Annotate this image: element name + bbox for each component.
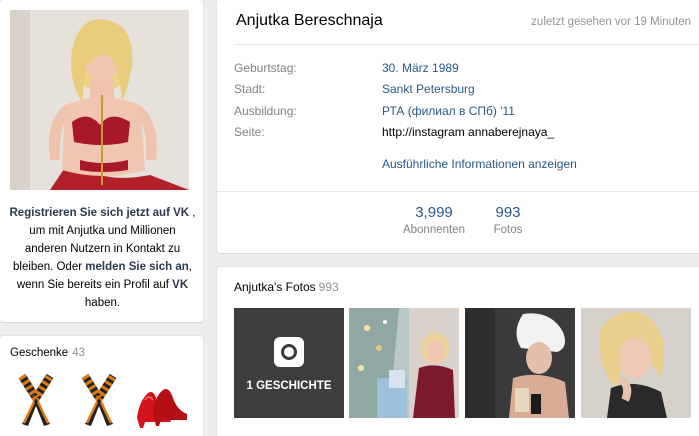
register-link[interactable]: Registrieren Sie sich jetzt auf VK (10, 207, 190, 219)
education-link[interactable]: РТА (филиал в СПб) '11 (382, 104, 515, 118)
website-value[interactable]: http://instagram annaberejnaya_ (382, 125, 554, 139)
gifts-title: Geschenke (10, 347, 69, 359)
info-row-website: Seite: http://instagram annaberejnaya_ (234, 125, 699, 143)
registration-promo: Registrieren Sie sich jetzt auf VK , um … (8, 204, 197, 312)
photos-count-label: Fotos (493, 224, 523, 236)
photo-thumbnail[interactable] (465, 308, 575, 418)
followers-count: 3,999 (415, 204, 453, 221)
divider (217, 191, 699, 192)
promo-text-3: haben. (84, 297, 121, 309)
left-profile-card: Registrieren Sie sich jetzt auf VK , um … (0, 0, 203, 322)
story-label: 1 GESCHICHTE (246, 380, 332, 392)
photos-title: Anjutka's Fotos (234, 280, 316, 294)
info-label: Stadt: (234, 82, 266, 96)
divider (234, 44, 699, 45)
info-row-city: Stadt: Sankt Petersburg (234, 82, 699, 100)
followers-counter[interactable]: 3,999 Abonnenten (400, 204, 468, 236)
photos-count-value: 993 (495, 204, 521, 221)
followers-label: Abonnenten (402, 224, 466, 236)
login-link[interactable]: melden Sie sich an (85, 261, 189, 273)
ribbon-icon[interactable] (14, 372, 58, 428)
photos-count: 993 (318, 280, 339, 294)
photos-counter[interactable]: 993 Fotos (485, 204, 531, 236)
info-row-birthday: Geburtstag: 30. März 1989 (234, 61, 699, 79)
profile-name: Anjutka Bereschnaja (236, 12, 383, 29)
gifts-count: 43 (72, 347, 85, 359)
heels-icon[interactable] (135, 372, 189, 428)
story-thumbnail[interactable]: 1 GESCHICHTE (234, 308, 344, 418)
avatar-photo (10, 10, 189, 190)
photos-header[interactable]: Anjutka's Fotos 993 (234, 280, 339, 294)
info-row-education: Ausbildung: РТА (филиал в СПб) '11 (234, 104, 699, 122)
city-link[interactable]: Sankt Petersburg (382, 82, 475, 96)
birthday-link[interactable]: 30. März 1989 (382, 61, 459, 75)
info-label: Ausbildung: (234, 104, 297, 118)
last-seen-status: zuletzt gesehen vor 19 Minuten (531, 16, 691, 28)
ribbon-icon[interactable] (77, 372, 121, 428)
gifts-card: Geschenke 43 (0, 336, 203, 436)
profile-avatar[interactable] (10, 10, 189, 190)
vk-link[interactable]: VK (172, 279, 188, 291)
photo-thumbnail[interactable] (349, 308, 459, 418)
photos-card: Anjutka's Fotos 993 1 GESCHICHTE (217, 267, 699, 436)
gifts-header[interactable]: Geschenke 43 (10, 347, 85, 359)
photo-thumbnail[interactable] (581, 308, 691, 418)
info-label: Geburtstag: (234, 61, 297, 75)
profile-info-card: Anjutka Bereschnaja zuletzt gesehen vor … (217, 0, 699, 253)
story-icon (274, 337, 304, 367)
show-full-info-link[interactable]: Ausführliche Informationen anzeigen (382, 157, 577, 171)
info-label: Seite: (234, 125, 265, 139)
